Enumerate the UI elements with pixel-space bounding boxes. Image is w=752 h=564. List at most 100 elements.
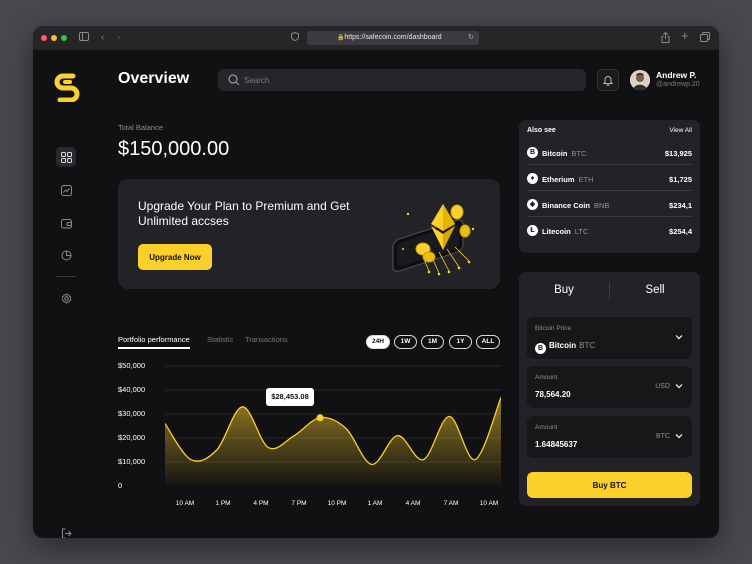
y-axis-tick-label: $30,000 [118,409,146,418]
back-icon[interactable]: ‹ [101,32,104,44]
bitcoin-icon: B [527,147,538,158]
close-window-button[interactable] [41,35,47,41]
range-1w-button[interactable]: 1W [394,335,417,349]
chart-tooltip: $28,453.08 [266,388,314,406]
also-see-panel: Also see View All B Bitcoin BTC $13,925 ♦… [519,120,700,253]
coin-value: $234,1 [669,201,692,210]
sidebar-divider [56,276,76,277]
logout-icon [61,528,72,538]
total-balance-value: $150,000.00 [118,138,230,160]
chevron-down-icon[interactable] [674,431,684,441]
range-24h-button[interactable]: 24H [366,335,390,349]
portfolio-chart [165,365,501,486]
range-1m-button[interactable]: 1M [421,335,444,349]
nav-analytics[interactable] [56,180,76,200]
forward-icon[interactable]: › [117,32,120,44]
tab-portfolio-performance[interactable]: Portfolio performance [118,335,190,349]
wallet-icon [60,218,72,228]
highlighted-data-point[interactable] [316,414,324,422]
price-coin: Bitcoin [549,341,577,350]
buy-btc-button[interactable]: Buy BTC [527,472,692,498]
y-axis-tick-label: $40,000 [118,385,146,394]
amount-label: Amount [535,424,558,431]
coin-value: $1,725 [669,175,692,184]
sell-tab[interactable]: Sell [610,284,700,296]
search-bar[interactable] [218,69,586,91]
total-balance-label: Total Balance [118,123,164,132]
bitcoin-price-select[interactable]: Bitcoin Price B Bitcoin BTC [527,317,692,359]
coin-symbol: BNB [593,201,610,210]
maximize-window-button[interactable] [61,35,67,41]
nav-settings[interactable] [56,288,76,308]
y-axis-tick-label: $20,000 [118,433,146,442]
x-axis-tick-label: 4 PM [253,500,269,507]
share-icon[interactable] [661,31,670,47]
view-all-link[interactable]: View All [669,127,692,134]
user-name: Andrew P. [656,70,697,80]
nav-logout[interactable] [56,523,76,538]
bell-icon [603,75,613,86]
gear-icon [61,292,71,304]
chevron-down-icon [675,335,683,340]
sidebar [33,50,99,538]
y-axis-tick-label: $10,000 [118,457,146,466]
chevron-down-icon[interactable] [674,381,684,391]
pie-chart-icon [61,250,71,260]
address-bar[interactable]: 🔒 https://safecoin.com/dashboard ↻ [307,31,479,45]
grid-icon [60,151,72,163]
range-all-button[interactable]: ALL [476,335,500,349]
ethereum-icon: ♦ [527,173,538,184]
x-axis-tick-label: 4 AM [405,500,421,507]
range-1y-button[interactable]: 1Y [449,335,472,349]
coin-name: Etherium [542,175,575,184]
coin-name: Binance Coin [542,201,590,210]
coin-row-binance[interactable]: ◈ Binance Coin BNB $234,1 [527,193,692,217]
url-text: https://safecoin.com/dashboard [344,34,442,41]
tabs-overview-icon[interactable] [700,32,710,46]
y-axis-tick-label: $50,000 [118,361,146,370]
ethereum-phone-illustration [392,204,475,276]
coin-row-litecoin[interactable]: Ł Litecoin LTC $254,4 [527,219,692,243]
search-icon [228,74,240,86]
amount-value: 1.64845637 [535,440,578,449]
portfolio-area-fill [165,397,501,486]
nav-portfolio[interactable] [56,245,76,265]
upgrade-banner: Upgrade Your Plan to Premium and Get Unl… [118,179,500,289]
binance-icon: ◈ [527,199,538,210]
also-see-title: Also see [527,127,556,134]
user-handle: @andrewp.20 [656,81,700,88]
tab-transactions[interactable]: Transactions [245,335,288,344]
x-axis-tick-label: 1 PM [215,500,231,507]
reload-icon[interactable]: ↻ [468,31,474,45]
new-tab-icon[interactable]: + [681,29,689,42]
sidebar-toggle-icon[interactable] [79,32,89,45]
notifications-button[interactable] [597,69,619,91]
amount-label: Amount [535,374,558,381]
usd-amount-field[interactable]: Amount 78,564.20 USD [527,366,692,408]
minimize-window-button[interactable] [51,35,57,41]
x-axis-tick-label: 1 AM [367,500,383,507]
upgrade-now-button[interactable]: Upgrade Now [138,244,212,270]
coin-row-ethereum[interactable]: ♦ Etherium ETH $1,725 [527,167,692,191]
nav-dashboard[interactable] [56,147,76,167]
trade-panel: Buy Sell Bitcoin Price B Bitcoin BTC Amoun… [519,272,700,506]
avatar[interactable] [630,70,650,90]
upgrade-text: Upgrade Your Plan to Premium and Get Unl… [138,199,350,228]
coin-symbol: LTC [574,227,589,236]
lock-icon: 🔒 [337,35,345,41]
search-input[interactable] [244,69,574,91]
coin-symbol: BTC [571,149,587,158]
safecoin-logo[interactable] [53,70,81,102]
bitcoin-icon: B [535,343,546,354]
x-axis-tick-label: 7 AM [443,500,459,507]
browser-window: ‹ › 🔒 https://safecoin.com/dashboard ↻ + [33,26,719,538]
nav-wallet[interactable] [56,213,76,233]
shield-icon [291,31,299,45]
browser-titlebar: ‹ › 🔒 https://safecoin.com/dashboard ↻ + [33,26,719,50]
tab-statistic[interactable]: Statistic [207,335,233,344]
coin-row-bitcoin[interactable]: B Bitcoin BTC $13,925 [527,141,692,165]
buy-tab[interactable]: Buy [519,284,609,296]
btc-amount-field[interactable]: Amount 1.64845637 BTC [527,416,692,458]
trend-chart-icon [60,184,72,196]
x-axis-tick-label: 10 AM [479,500,499,507]
